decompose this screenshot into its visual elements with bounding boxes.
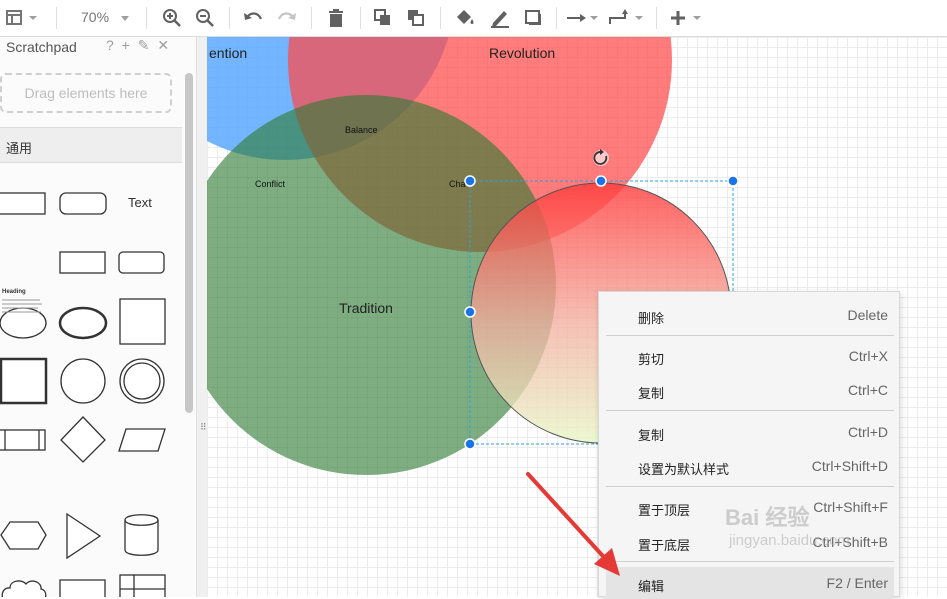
menu-item-set-default-style[interactable]: 设置为默认样式 Ctrl+Shift+D	[606, 450, 894, 482]
section-general-label: 通用	[6, 141, 33, 156]
resize-handle-top	[595, 175, 607, 187]
resize-handle-top-left	[464, 175, 476, 187]
rounded-process-shape	[118, 251, 165, 274]
label-change: Cha	[449, 179, 466, 189]
zoom-dropdown-icon[interactable]	[118, 0, 132, 36]
subprocess-shape	[0, 429, 46, 451]
section-general[interactable]: 通用	[0, 127, 182, 163]
delete-icon[interactable]	[324, 0, 348, 36]
rounded-rectangle-shape	[59, 192, 107, 215]
process-shape	[59, 251, 106, 274]
double-ellipse-shape	[58, 306, 108, 340]
resize-handle-top-right	[727, 175, 739, 187]
scratchpad-tools[interactable]: ? + ✎ ✕	[106, 37, 171, 54]
annotation-arrow	[526, 472, 620, 576]
splitter-grip-icon: ⠿	[200, 422, 207, 432]
menu-item-delete[interactable]: 删除 Delete	[606, 299, 894, 331]
text-shape[interactable]: Text	[128, 195, 152, 210]
context-menu: 删除 Delete 剪切 Ctrl+X 复制 Ctrl+C 复制 Ctrl+D …	[598, 291, 900, 599]
redo-icon[interactable]	[274, 0, 300, 36]
menu-item-duplicate[interactable]: 复制 Ctrl+D	[606, 416, 894, 448]
shape-palette: Heading	[0, 192, 166, 597]
menu-item-copy[interactable]: 复制 Ctrl+C	[606, 374, 894, 406]
line-color-icon[interactable]	[487, 0, 513, 36]
cloud-shape	[1, 580, 47, 597]
to-front-icon[interactable]	[371, 0, 395, 36]
label-balance: Balance	[345, 125, 378, 135]
resize-handle-left	[464, 306, 476, 318]
label-conflict: Conflict	[255, 179, 286, 189]
toolbar: 70%	[0, 0, 947, 37]
sidebar-scrollbar[interactable]	[185, 73, 193, 413]
sidebar-splitter[interactable]: ⠿	[196, 37, 207, 597]
undo-icon[interactable]	[240, 0, 266, 36]
scratchpad-title: Scratchpad	[6, 39, 77, 55]
rectangle-shape	[0, 192, 46, 215]
to-back-icon[interactable]	[404, 0, 428, 36]
sidebar: Scratchpad ? + ✎ ✕ Drag elements here 通用	[0, 37, 196, 597]
square-shape	[119, 298, 166, 345]
triangle-shape	[66, 512, 102, 560]
diamond-shape	[60, 416, 106, 463]
menu-item-to-back[interactable]: 置于底层 Ctrl+Shift+B	[606, 526, 894, 558]
scratchpad-drop-zone[interactable]: Drag elements here	[0, 73, 172, 113]
label-partial: ention	[209, 45, 247, 61]
parallelogram-shape	[118, 428, 166, 452]
zoom-in-icon[interactable]	[160, 0, 184, 36]
label-revolution: Revolution	[489, 45, 555, 61]
hexagon-shape	[0, 521, 47, 550]
menu-item-edit[interactable]: 编辑 F2 / Enter	[606, 567, 894, 599]
zoom-out-icon[interactable]	[193, 0, 217, 36]
connection-icon[interactable]	[566, 0, 600, 36]
menu-item-to-front[interactable]: 置于顶层 Ctrl+Shift+F	[606, 491, 894, 523]
menu-item-cut[interactable]: 剪切 Ctrl+X	[606, 340, 894, 372]
label-tradition: Tradition	[339, 300, 393, 316]
heading-shape: Heading	[2, 289, 26, 295]
circle-shape	[60, 358, 106, 404]
layout-icon[interactable]	[2, 0, 42, 36]
internal-storage-shape	[119, 574, 166, 597]
document-shape	[59, 579, 106, 597]
resize-handle-bottom-left	[464, 438, 476, 450]
thick-square-shape	[0, 357, 48, 405]
shadow-icon[interactable]	[521, 0, 547, 36]
waypoints-icon[interactable]	[607, 0, 647, 36]
zoom-level[interactable]: 70%	[81, 9, 109, 25]
insert-icon[interactable]	[664, 0, 706, 36]
fill-color-icon[interactable]	[452, 0, 478, 36]
cylinder-shape	[124, 514, 159, 556]
